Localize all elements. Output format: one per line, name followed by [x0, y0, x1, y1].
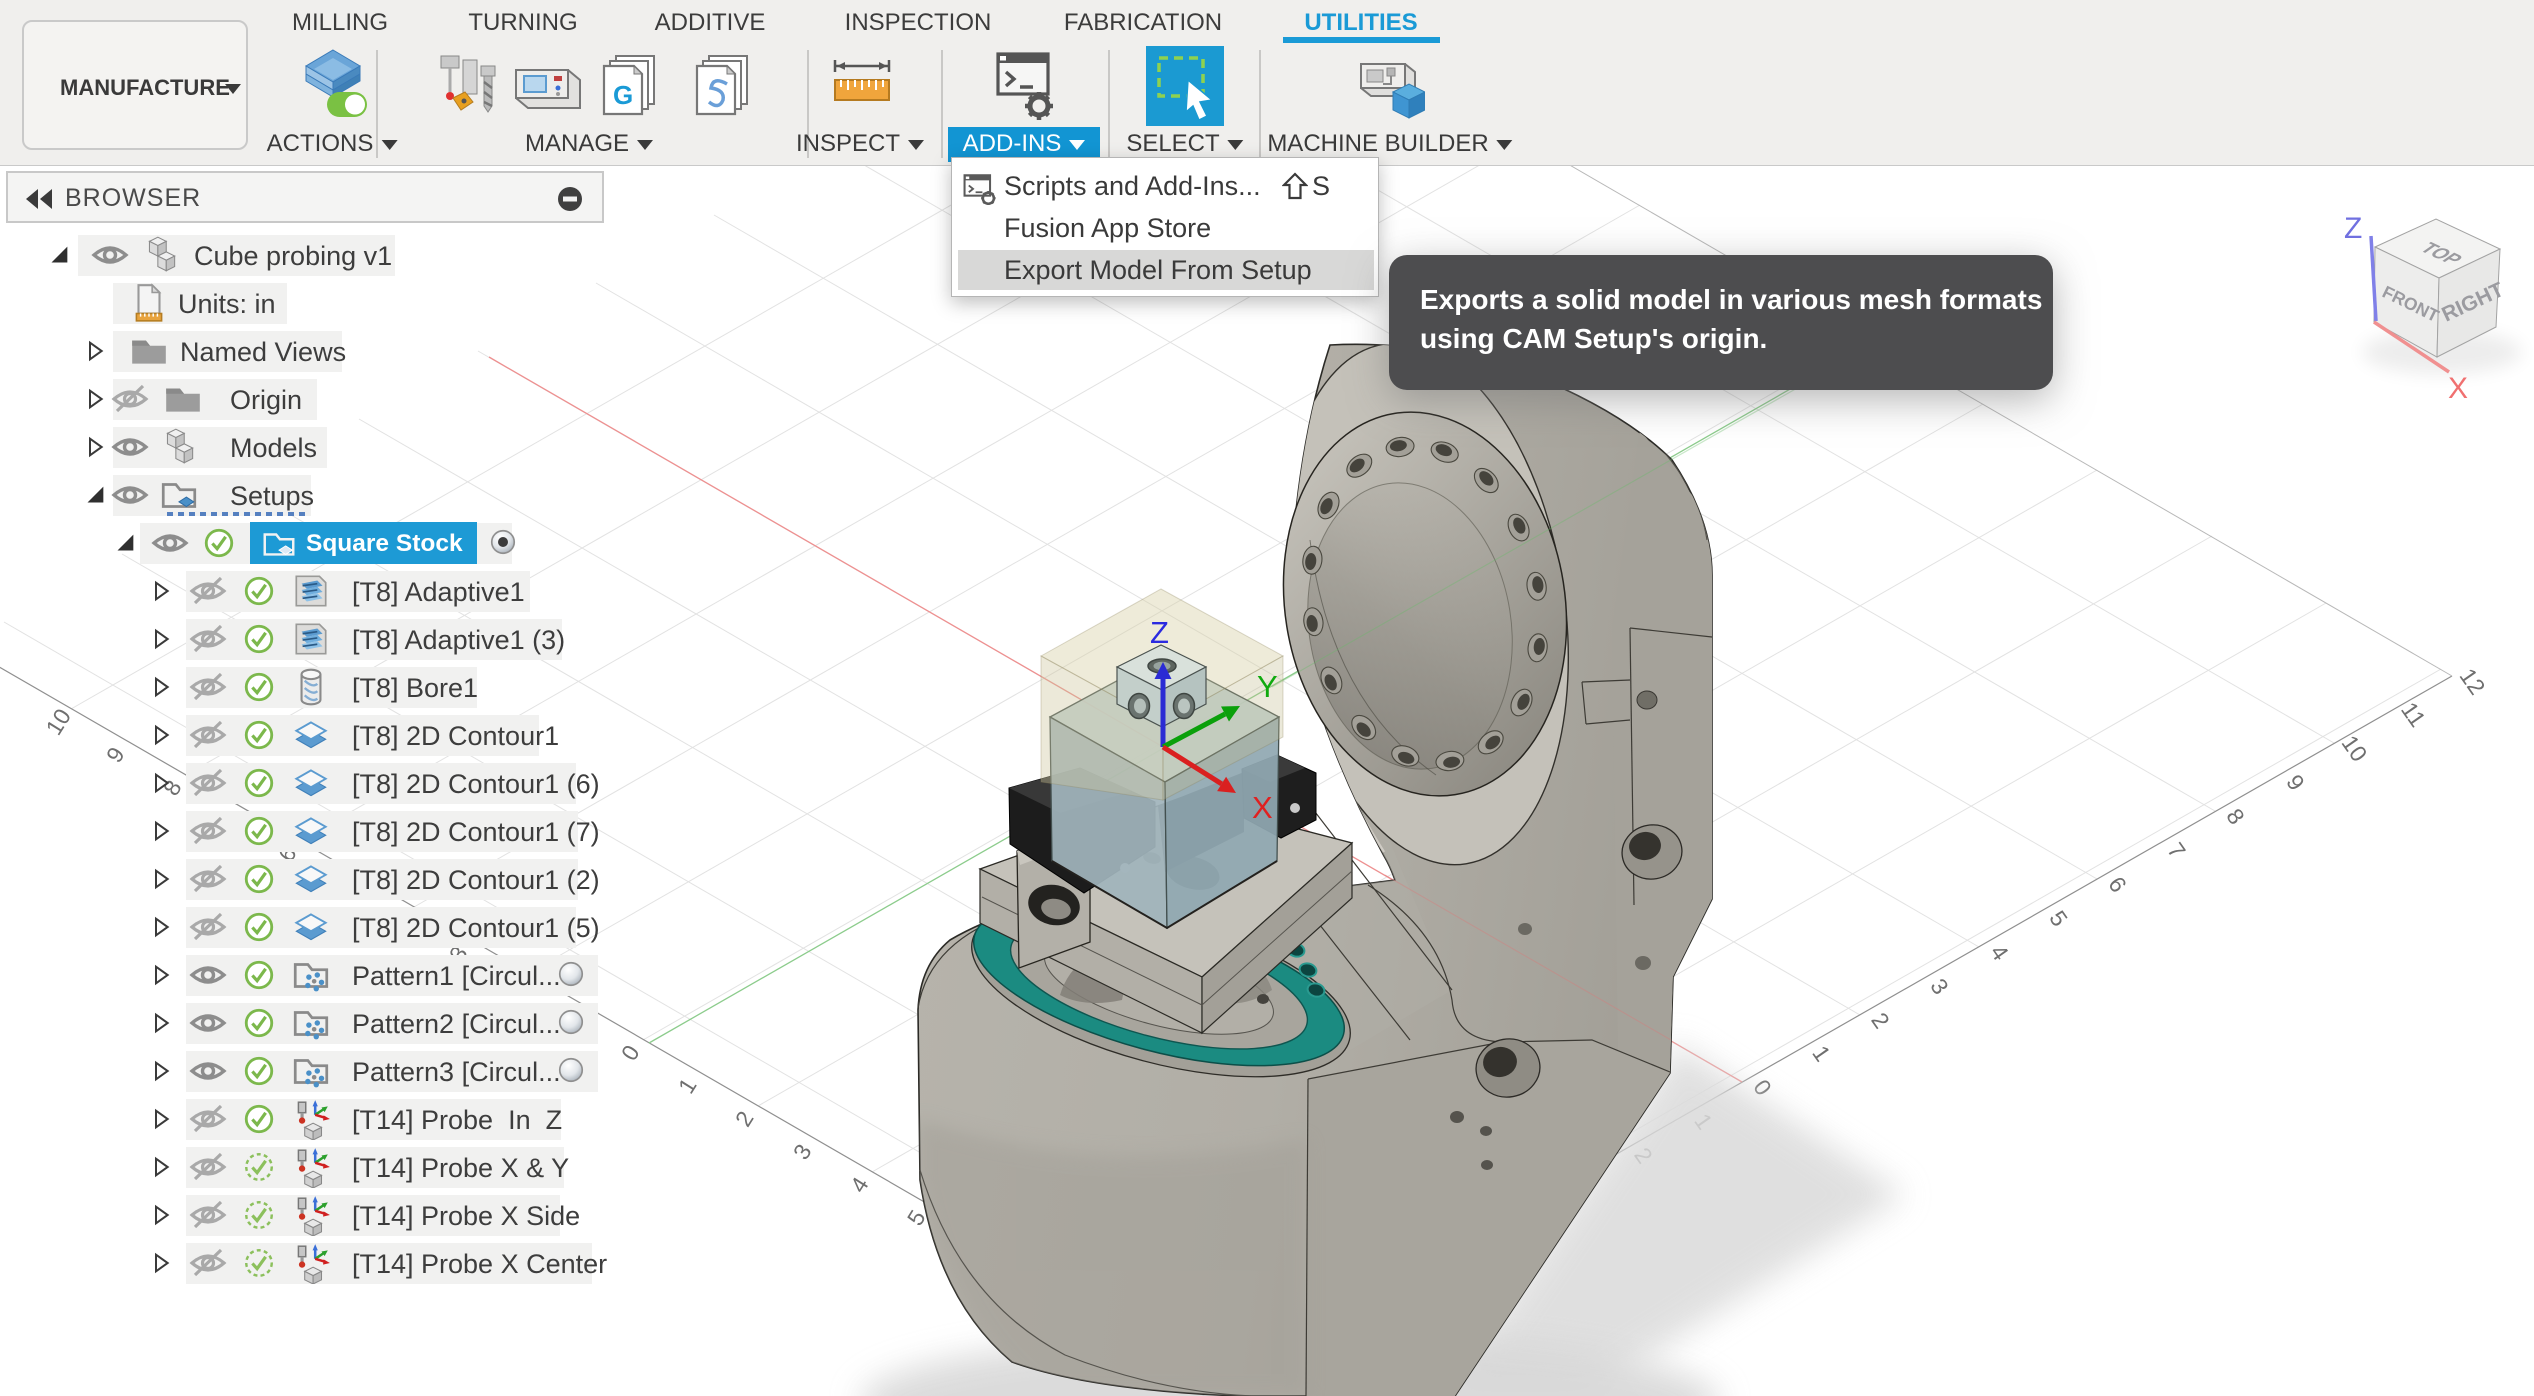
svg-text:X: X	[2448, 372, 2468, 405]
svg-text:X: X	[1252, 790, 1273, 825]
svg-text:Z: Z	[1150, 615, 1169, 650]
svg-text:Y: Y	[1257, 669, 1278, 704]
svg-text:Z: Z	[2344, 212, 2362, 245]
svg-text:G: G	[613, 80, 633, 110]
